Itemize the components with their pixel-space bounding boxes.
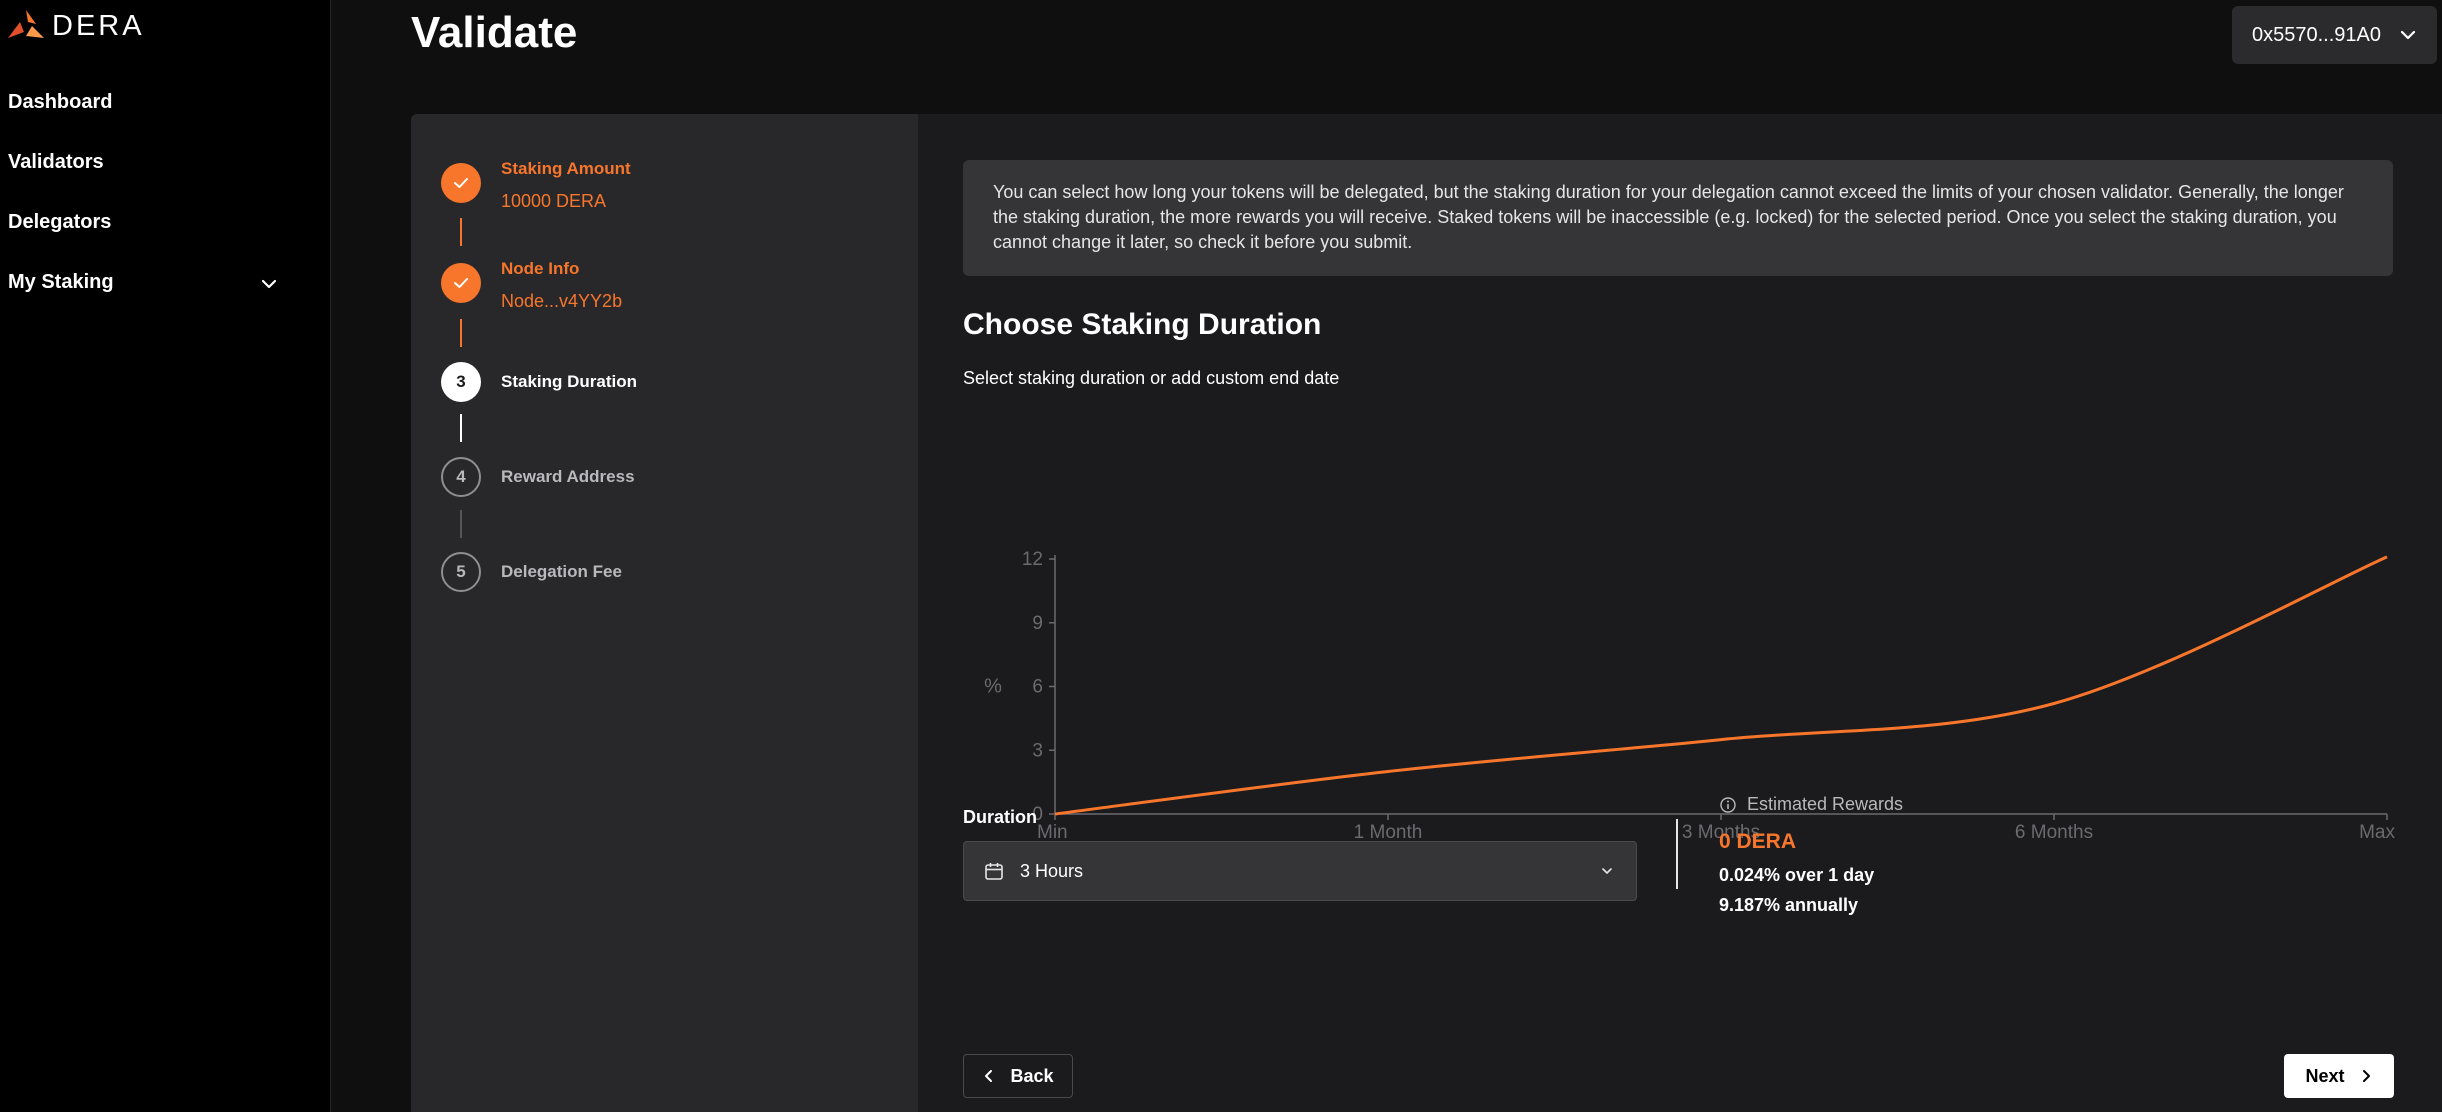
wallet-address: 0x5570...91A0 <box>2252 23 2381 46</box>
section-subtitle: Select staking duration or add custom en… <box>963 368 1340 388</box>
rewards-annual: 9.187% annually <box>1719 895 1859 915</box>
x-tick-label: Max <box>2359 822 2395 843</box>
step-connector <box>460 319 462 347</box>
next-label: Next <box>2305 1065 2345 1086</box>
logo-text: DERA <box>52 9 145 42</box>
dera-logo-icon <box>8 10 44 38</box>
chevron-down-icon <box>2400 30 2416 40</box>
rewards-chart: 036912%Min 1 Month 3 Months 6 Months Max <box>984 549 2395 843</box>
validate-panel: Staking Amount 10000 DERA Node Info Node… <box>411 114 2442 1112</box>
chevron-down-icon <box>1602 868 1612 874</box>
step-1-title: Staking Amount <box>501 159 631 178</box>
step-connector <box>460 414 462 442</box>
step-2-title: Node Info <box>501 259 580 278</box>
calendar-icon <box>985 863 1003 880</box>
page-title: Validate <box>411 8 578 57</box>
duration-label: Duration <box>963 807 1037 827</box>
stepper: Staking Amount 10000 DERA Node Info Node… <box>411 114 918 1112</box>
chevron-right-icon <box>2362 1070 2370 1082</box>
dera-logo[interactable]: DERA <box>6 6 145 46</box>
back-label: Back <box>1010 1065 1054 1086</box>
step-2-value: Node...v4YY2b <box>501 291 623 311</box>
step-5-title: Delegation Fee <box>501 562 622 581</box>
step-3-indicator: 3 <box>441 362 481 402</box>
info-icon[interactable] <box>1719 796 1737 814</box>
rewards-per-day: 0.024% over 1 day <box>1719 865 1875 885</box>
step-1-value: 10000 DERA <box>501 191 607 211</box>
step-connector <box>460 510 462 538</box>
y-tick-label: 3 <box>1032 740 1043 761</box>
rewards-divider <box>1676 819 1678 889</box>
wallet-dropdown[interactable]: 0x5570...91A0 <box>2232 6 2437 64</box>
rewards-label: Estimated Rewards <box>1747 794 1904 814</box>
y-axis-label: % <box>984 676 1002 698</box>
nav-validators[interactable]: Validators <box>8 151 104 174</box>
step-connector <box>460 218 462 246</box>
y-tick-label: 6 <box>1032 677 1043 698</box>
step-3-title: Staking Duration <box>501 372 638 391</box>
info-box: You can select how long your tokens will… <box>963 160 2393 276</box>
x-tick-label: 6 Months <box>2015 822 2093 843</box>
chevron-down-icon[interactable] <box>256 271 282 297</box>
next-button[interactable]: Next <box>2284 1054 2394 1098</box>
back-button[interactable]: Back <box>963 1054 1073 1098</box>
x-tick-label: 1 Month <box>1354 822 1423 843</box>
y-tick-label: 9 <box>1032 613 1043 634</box>
nav-delegators[interactable]: Delegators <box>8 211 111 234</box>
series-line <box>1054 555 2388 816</box>
step-4-indicator: 4 <box>441 457 481 497</box>
rewards-amount: 0 DERA <box>1719 830 1797 853</box>
nav-dashboard[interactable]: Dashboard <box>8 91 112 114</box>
step-1-check-icon <box>441 163 481 203</box>
x-tick-label: Min <box>1037 822 1068 843</box>
chevron-left-icon <box>985 1070 993 1082</box>
section-title: Choose Staking Duration <box>963 308 1322 341</box>
duration-select[interactable]: 3 Hours <box>963 841 1637 901</box>
step-4-title: Reward Address <box>501 467 635 486</box>
step-5-indicator: 5 <box>441 552 481 592</box>
info-text: You can select how long your tokens will… <box>993 182 2344 252</box>
nav-my-staking[interactable]: My Staking <box>8 271 114 294</box>
y-tick-label: 12 <box>1022 549 1043 570</box>
rewards-header: Estimated Rewards <box>1719 794 1903 815</box>
sidebar: DERA Dashboard Validators Delegators My … <box>0 0 331 1112</box>
duration-value: 3 Hours <box>1020 860 1084 881</box>
step-2-check-icon <box>441 263 481 303</box>
